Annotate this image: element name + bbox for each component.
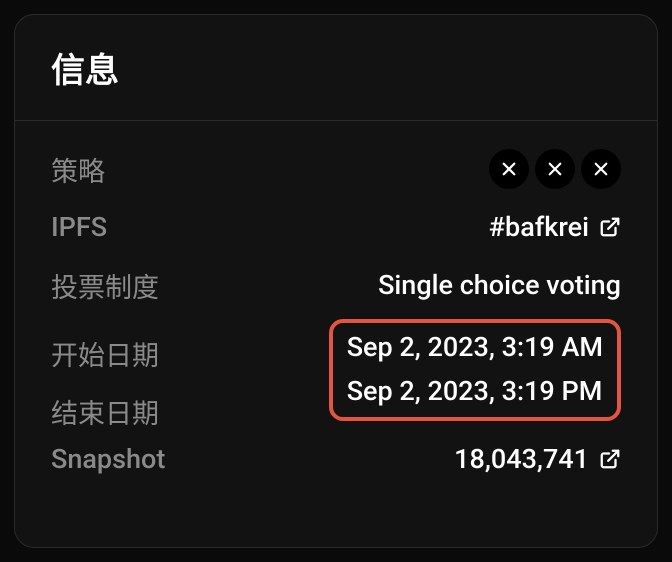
voting-system-value: Single choice voting <box>378 269 621 301</box>
card-content: 策略 <box>15 121 657 499</box>
external-link-icon <box>599 448 621 470</box>
start-date-value: Sep 2, 2023, 3:19 AM <box>347 331 603 363</box>
date-highlight-box: Sep 2, 2023, 3:19 AM Sep 2, 2023, 3:19 P… <box>329 319 621 421</box>
date-values: Sep 2, 2023, 3:19 AM Sep 2, 2023, 3:19 P… <box>347 331 603 407</box>
ipfs-row: IPFS #bafkrei <box>51 207 621 247</box>
strategy-icon-1[interactable] <box>489 149 529 189</box>
x-icon <box>592 160 610 178</box>
snapshot-label: Snapshot <box>51 443 165 475</box>
info-card: 信息 策略 <box>14 14 658 548</box>
card-title: 信息 <box>51 43 621 92</box>
strategy-row: 策略 <box>51 149 621 189</box>
strategy-label: 策略 <box>51 150 105 189</box>
strategy-icon-3[interactable] <box>581 149 621 189</box>
snapshot-value: 18,043,741 <box>454 443 589 475</box>
strategy-icons <box>489 149 621 189</box>
ipfs-link[interactable]: #bafkrei <box>489 211 621 243</box>
snapshot-link[interactable]: 18,043,741 <box>454 443 621 475</box>
x-icon <box>500 160 518 178</box>
snapshot-row: Snapshot 18,043,741 <box>51 439 621 479</box>
date-highlight-section: 开始日期 结束日期 Sep 2, 2023, 3:19 AM Sep 2, 20… <box>51 323 621 433</box>
strategy-icon-2[interactable] <box>535 149 575 189</box>
start-date-label: 开始日期 <box>51 333 159 373</box>
end-date-label: 结束日期 <box>51 391 159 431</box>
end-date-value: Sep 2, 2023, 3:19 PM <box>347 375 603 407</box>
voting-system-row: 投票制度 Single choice voting <box>51 265 621 305</box>
x-icon <box>546 160 564 178</box>
voting-system-label: 投票制度 <box>51 266 159 305</box>
date-labels: 开始日期 结束日期 <box>51 323 159 431</box>
external-link-icon <box>599 216 621 238</box>
ipfs-value: #bafkrei <box>489 211 589 243</box>
ipfs-label: IPFS <box>51 211 107 243</box>
card-header: 信息 <box>15 15 657 121</box>
